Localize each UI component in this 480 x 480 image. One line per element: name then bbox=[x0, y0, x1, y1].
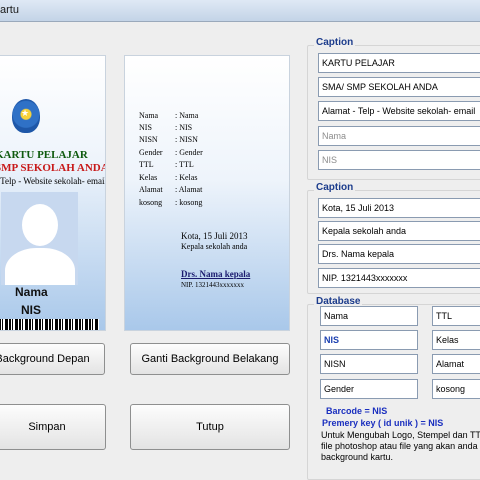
db-nisn-input[interactable]: NISN bbox=[320, 354, 418, 374]
caption-kota-input[interactable]: Kota, 15 Juli 2013 bbox=[318, 198, 480, 218]
back-field-value: : kosong bbox=[175, 198, 203, 207]
window-title: artu bbox=[0, 4, 19, 16]
back-field-value: : NISN bbox=[175, 135, 198, 144]
back-field-label: Gender bbox=[139, 148, 163, 157]
caption-legend-back: Caption bbox=[314, 182, 356, 193]
front-card-nis: NIS bbox=[21, 303, 42, 317]
card-front-preview: ★ KARTU PELAJAR SMP SEKOLAH ANDA - Telp … bbox=[0, 55, 106, 331]
avatar-head-icon bbox=[22, 204, 58, 246]
caption-nama-input[interactable]: Nama bbox=[318, 126, 480, 146]
back-card-signatory: Drs. Nama kepala bbox=[181, 269, 251, 279]
back-card-kota: Kota, 15 Juli 2013 bbox=[181, 231, 248, 241]
simpan-button[interactable]: Simpan bbox=[0, 404, 106, 450]
barcode bbox=[0, 319, 99, 330]
back-field-value: : Kelas bbox=[175, 173, 198, 182]
back-field-value: : Nama bbox=[175, 111, 199, 120]
note-line: Untuk Mengubah Logo, Stempel dan TTD b bbox=[321, 430, 480, 440]
back-field-value: : NIS bbox=[175, 123, 193, 132]
back-field-label: Alamat bbox=[139, 185, 163, 194]
main-window: ★ KARTU PELAJAR SMP SEKOLAH ANDA - Telp … bbox=[0, 22, 480, 480]
caption-nip-input[interactable]: NIP. 1321443xxxxxxx bbox=[318, 268, 480, 288]
db-gender-input[interactable]: Gender bbox=[320, 379, 418, 399]
caption-contact-input[interactable]: Alamat - Telp - Website sekolah- email bbox=[318, 101, 480, 121]
db-alamat-input[interactable]: Alamat bbox=[432, 354, 480, 374]
background-depan-button[interactable]: Background Depan bbox=[0, 343, 105, 375]
avatar-body-icon bbox=[5, 248, 75, 285]
db-nama-input[interactable]: Nama bbox=[320, 306, 418, 326]
note-line: background kartu. bbox=[321, 452, 394, 462]
window-titlebar: artu bbox=[0, 0, 480, 22]
back-field-value: : Gender bbox=[175, 148, 203, 157]
back-field-label: NIS bbox=[139, 123, 152, 132]
front-card-title: KARTU PELAJAR bbox=[0, 149, 88, 161]
back-field-label: Kelas bbox=[139, 173, 158, 182]
logo-star-icon: ★ bbox=[21, 108, 30, 118]
barcode-label: Barcode = NIS bbox=[326, 406, 388, 416]
back-card-nip: NIP. 1321443xxxxxxx bbox=[181, 281, 245, 289]
front-card-nama: Nama bbox=[15, 285, 48, 299]
note-line: file photoshop atau file yang akan anda … bbox=[321, 441, 480, 451]
back-field-label: Nama bbox=[139, 111, 159, 120]
ganti-background-belakang-button[interactable]: Ganti Background Belakang bbox=[130, 343, 290, 375]
back-field-value: : Alamat bbox=[175, 185, 203, 194]
caption-drs-input[interactable]: Drs. Nama kepala bbox=[318, 244, 480, 264]
tutup-button[interactable]: Tutup bbox=[130, 404, 290, 450]
student-photo bbox=[1, 192, 78, 285]
caption-school-input[interactable]: SMA/ SMP SEKOLAH ANDA bbox=[318, 77, 480, 97]
back-field-label: TTL bbox=[139, 160, 154, 169]
back-card-kepala: Kepala sekolah anda bbox=[181, 242, 248, 251]
db-nis-input[interactable]: NIS bbox=[320, 330, 418, 350]
caption-legend-front: Caption bbox=[314, 37, 356, 48]
db-kelas-input[interactable]: Kelas bbox=[432, 330, 480, 350]
db-ttl-input[interactable]: TTL bbox=[432, 306, 480, 326]
caption-nis-input[interactable]: NIS bbox=[318, 150, 480, 170]
back-field-label: NISN bbox=[139, 135, 158, 144]
front-card-school: SMP SEKOLAH ANDA bbox=[0, 162, 106, 174]
db-kosong-input[interactable]: kosong bbox=[432, 379, 480, 399]
front-card-contact: - Telp - Website sekolah- email bbox=[0, 176, 106, 186]
caption-kepala-input[interactable]: Kepala sekolah anda bbox=[318, 221, 480, 241]
card-back-preview: Nama : Nama NIS : NIS NISN : NISN Gender… bbox=[124, 55, 290, 331]
caption-title-input[interactable]: KARTU PELAJAR bbox=[318, 53, 480, 73]
back-field-label: kosong bbox=[139, 198, 163, 207]
back-field-value: : TTL bbox=[175, 160, 194, 169]
primary-key-label: Premery key ( id unik ) = NIS bbox=[322, 418, 444, 428]
